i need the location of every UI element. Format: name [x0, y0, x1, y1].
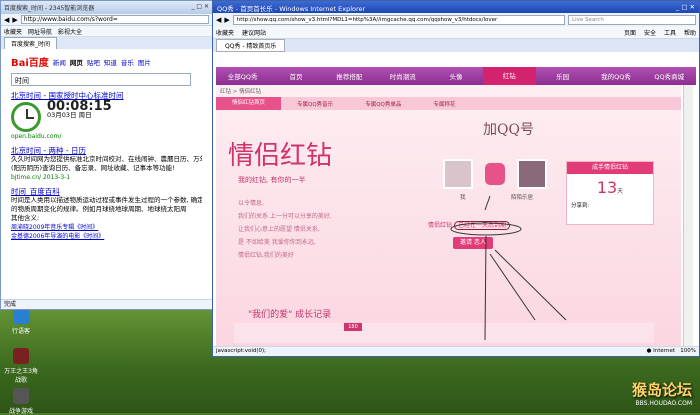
watermark: 猴岛论坛 BBS.HOUDAO.COM: [631, 381, 692, 407]
annotation-arrows: [450, 195, 567, 341]
